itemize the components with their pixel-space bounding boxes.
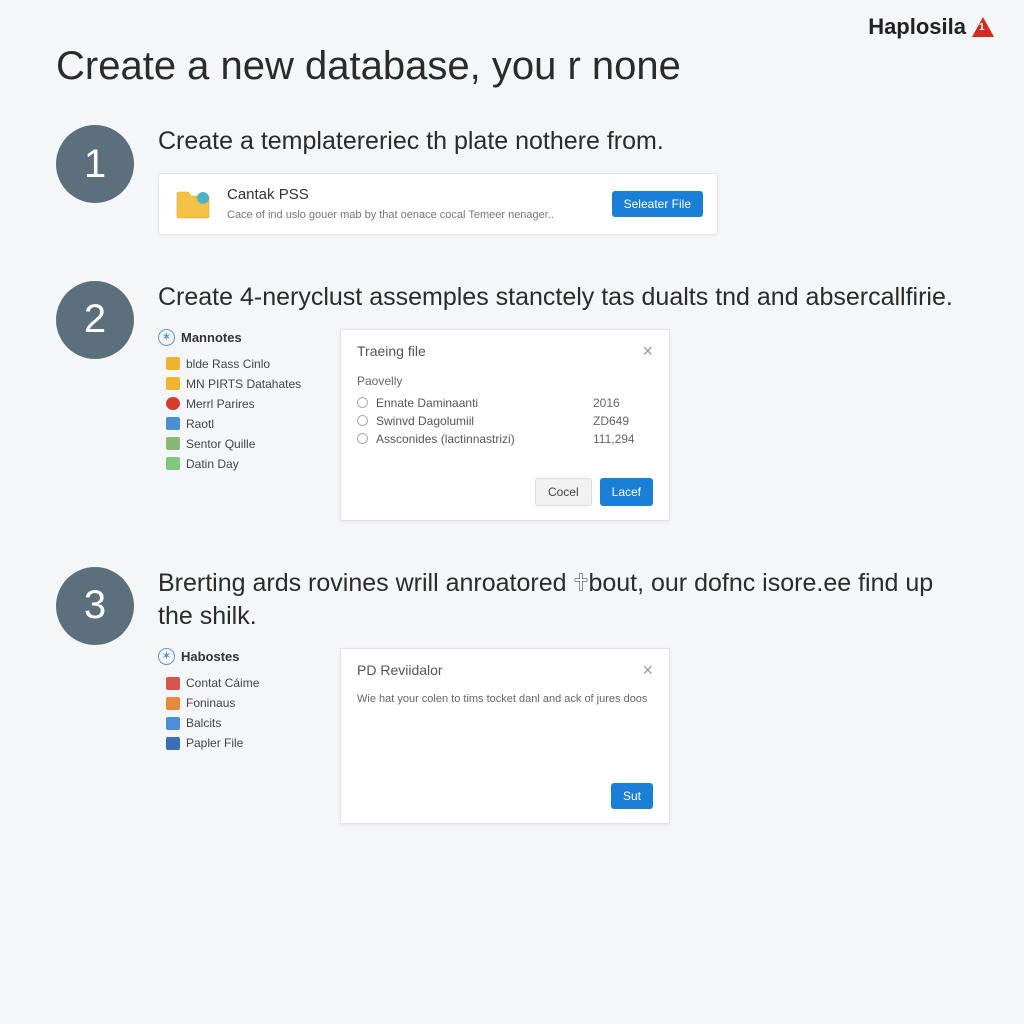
tree-header: ✶ Mannotes (158, 329, 318, 346)
tree-mannotes: ✶ Mannotes blde Rass Cinlo MN PIRTS Data… (158, 329, 318, 474)
folder-icon (166, 377, 180, 390)
dialog-section-label: Paovelly (357, 374, 653, 388)
step-badge-2: 2 (56, 281, 134, 359)
tree-header-label: Habostes (181, 649, 240, 664)
tree-item-label: Datin Day (186, 457, 239, 471)
template-card: Cantak PSS Cace of ind uslo gouer mab by… (158, 173, 718, 235)
tree-item[interactable]: Sentor Quille (158, 434, 318, 454)
option-row[interactable]: Swinvd Dagolumiil ZD649 (357, 412, 653, 430)
dialog-body-text: Wie hat your colen to tims tocket danl a… (357, 693, 653, 753)
tree-header-icon: ✶ (158, 648, 175, 665)
step-badge-3: 3 (56, 567, 134, 645)
tree-item-label: Papler File (186, 736, 243, 750)
radio-icon[interactable] (357, 397, 368, 408)
radio-icon[interactable] (357, 433, 368, 444)
template-card-desc: Cace of ind uslo gouer mab by that oenac… (227, 209, 612, 221)
revalidator-dialog: PD Reviidalor × Wie hat your colen to ti… (340, 648, 670, 824)
confirm-button[interactable]: Lacef (600, 478, 653, 506)
tree-item[interactable]: Raotl (158, 414, 318, 434)
option-value: 111,294 (593, 432, 653, 446)
tree-item[interactable]: Balcits (158, 713, 318, 733)
tree-item-label: MN PIRTS Datahates (186, 377, 301, 391)
step-1: 1 Create a templatereriec th plate nothe… (56, 125, 968, 235)
step-badge-1: 1 (56, 125, 134, 203)
step-2: 2 Create 4-neryclust assemples stanctely… (56, 281, 968, 521)
select-file-button[interactable]: Seleater File (612, 191, 703, 217)
file-icon (166, 437, 180, 450)
option-value: ZD649 (593, 414, 653, 428)
tree-item-label: blde Rass Cinlo (186, 357, 270, 371)
brand-logo-icon (972, 17, 994, 37)
radio-icon[interactable] (357, 415, 368, 426)
file-icon (166, 717, 180, 730)
tree-item[interactable]: Papler File (158, 733, 318, 753)
tree-header-icon: ✶ (158, 329, 175, 346)
option-label: Ennate Daminaanti (376, 396, 593, 410)
tree-item-label: Merrl Parires (186, 397, 255, 411)
cancel-button[interactable]: Cocel (535, 478, 592, 506)
brand: Haplosila (868, 14, 994, 40)
file-icon (166, 737, 180, 750)
tree-item-label: Balcits (186, 716, 221, 730)
folder-icon (166, 357, 180, 370)
tree-item[interactable]: Foninaus (158, 693, 318, 713)
step-2-heading: Create 4-neryclust assemples stanctely t… (158, 281, 968, 315)
template-card-title: Cantak PSS (227, 186, 612, 203)
tree-item-label: Contat Cáime (186, 676, 259, 690)
option-label: Swinvd Dagolumiil (376, 414, 593, 428)
tree-habostes: ✶ Habostes Contat Cáime Foninaus Balcits… (158, 648, 318, 753)
step-3-heading: Brerting ards rovines wrill anroatored 🕆… (158, 567, 968, 635)
option-label: Assconides (lactinnastrizi) (376, 432, 593, 446)
option-value: 2016 (593, 396, 653, 410)
option-row[interactable]: Assconides (lactinnastrizi) 111,294 (357, 430, 653, 448)
tree-item-label: Raotl (186, 417, 214, 431)
tree-header-label: Mannotes (181, 330, 242, 345)
tree-item-label: Foninaus (186, 696, 235, 710)
tree-item[interactable]: Datin Day (158, 454, 318, 474)
tree-item[interactable]: MN PIRTS Datahates (158, 374, 318, 394)
option-row[interactable]: Ennate Daminaanti 2016 (357, 394, 653, 412)
tree-item[interactable]: blde Rass Cinlo (158, 354, 318, 374)
file-icon (166, 417, 180, 430)
tracing-file-dialog: Traeing file × Paovelly Ennate Daminaant… (340, 329, 670, 521)
step-1-heading: Create a templatereriec th plate nothere… (158, 125, 968, 159)
file-icon (166, 457, 180, 470)
brand-name: Haplosila (868, 14, 966, 40)
file-icon (166, 677, 180, 690)
tree-item[interactable]: Contat Cáime (158, 673, 318, 693)
dialog-title: PD Reviidalor (357, 662, 443, 678)
close-icon[interactable]: × (642, 661, 653, 679)
dialog-title: Traeing file (357, 343, 426, 359)
tree-item-label: Sentor Quille (186, 437, 255, 451)
tree-item[interactable]: Merrl Parires (158, 394, 318, 414)
confirm-button[interactable]: Sut (611, 783, 653, 809)
step-3: 3 Brerting ards rovines wrill anroatored… (56, 567, 968, 825)
close-icon[interactable]: × (642, 342, 653, 360)
folder-icon (173, 184, 213, 224)
tree-header: ✶ Habostes (158, 648, 318, 665)
dot-icon (166, 397, 180, 410)
folder-icon (166, 697, 180, 710)
